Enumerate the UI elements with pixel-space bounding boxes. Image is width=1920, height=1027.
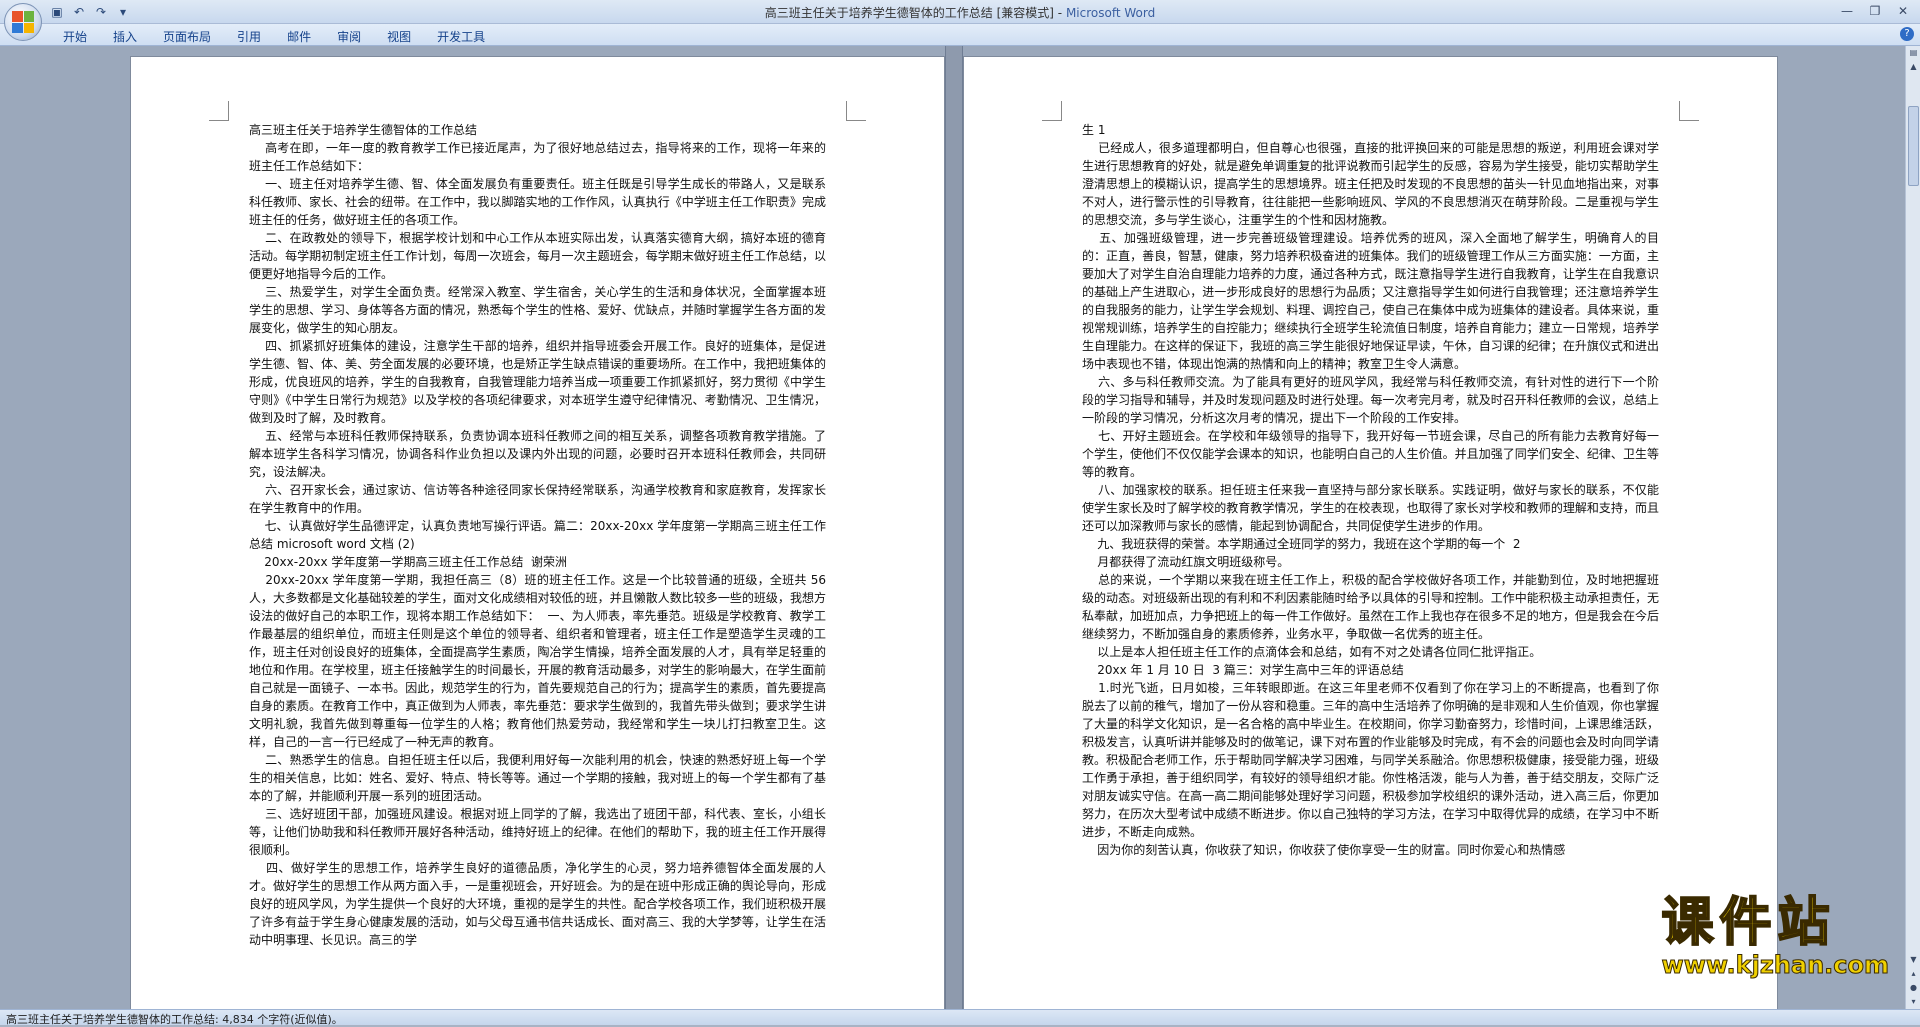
scrollbar-thumb[interactable] (1908, 106, 1919, 186)
document-page-left[interactable]: 高三班主任关于培养学生德智体的工作总结 高考在即，一年一度的教育教学工作已接近尾… (130, 56, 945, 1009)
tab-mailings[interactable]: 邮件 (274, 26, 324, 47)
document-title: 高三班主任关于培养学生德智体的工作总结 [兼容模式] (764, 6, 1054, 20)
crop-mark (1042, 101, 1062, 121)
crop-mark (846, 101, 866, 121)
watermark-url: www.kjzhan.com (1661, 951, 1889, 980)
tab-developer[interactable]: 开发工具 (424, 26, 498, 47)
help-icon[interactable]: ? (1900, 27, 1914, 41)
tab-page-layout[interactable]: 页面布局 (150, 26, 224, 47)
window-controls: — ❐ ✕ (1836, 2, 1914, 20)
previous-page-icon[interactable]: ▴ (1906, 967, 1920, 981)
page-gap (945, 46, 963, 1009)
next-page-icon[interactable]: ▾ (1906, 995, 1920, 1009)
watermark: 课件站 www.kjzhan.com (1661, 893, 1890, 980)
document-workspace: 高三班主任关于培养学生德智体的工作总结 高考在即，一年一度的教育教学工作已接近尾… (0, 46, 1905, 1009)
view-ruler-icon[interactable]: ▤ (1906, 46, 1920, 60)
status-bar: 高三班主任关于培养学生德智体的工作总结: 4,834 个字符(近似值)。 (0, 1009, 1920, 1026)
scroll-up-icon[interactable]: ▲ (1906, 60, 1920, 74)
tab-view[interactable]: 视图 (374, 26, 424, 47)
ribbon-tabs-bar: 开始 插入 页面布局 引用 邮件 审阅 视图 开发工具 ? (0, 24, 1920, 46)
page-text-left[interactable]: 高三班主任关于培养学生德智体的工作总结 高考在即，一年一度的教育教学工作已接近尾… (249, 121, 826, 949)
watermark-title: 课件站 (1661, 893, 1836, 953)
vertical-scrollbar[interactable]: ▤ ▲ ▼ ▴ ● ▾ (1905, 46, 1920, 1009)
close-icon[interactable]: ✕ (1892, 2, 1914, 20)
tab-home[interactable]: 开始 (50, 26, 100, 47)
page-text-right[interactable]: 生 1 已经成人，很多道理都明白，但自尊心也很强，直接的批评换回来的可能是思想的… (1082, 121, 1659, 859)
tab-references[interactable]: 引用 (224, 26, 274, 47)
crop-mark (1679, 101, 1699, 121)
document-page-right[interactable]: 生 1 已经成人，很多道理都明白，但自尊心也很强，直接的批评换回来的可能是思想的… (963, 56, 1778, 1009)
app-name: Microsoft Word (1065, 6, 1156, 20)
select-browse-object-icon[interactable]: ● (1906, 981, 1920, 995)
tab-insert[interactable]: 插入 (100, 26, 150, 47)
restore-icon[interactable]: ❐ (1864, 2, 1886, 20)
tab-review[interactable]: 审阅 (324, 26, 374, 47)
title-bar: ▣ ↶ ↷ ▾ 高三班主任关于培养学生德智体的工作总结 [兼容模式] - Mic… (0, 0, 1920, 41)
crop-mark (209, 101, 229, 121)
scroll-down-icon[interactable]: ▼ (1906, 953, 1920, 967)
office-button[interactable] (4, 3, 42, 41)
minimize-icon[interactable]: — (1836, 2, 1858, 20)
office-logo-icon (12, 11, 34, 33)
window-title: 高三班主任关于培养学生德智体的工作总结 [兼容模式] - Microsoft W… (764, 6, 1156, 20)
